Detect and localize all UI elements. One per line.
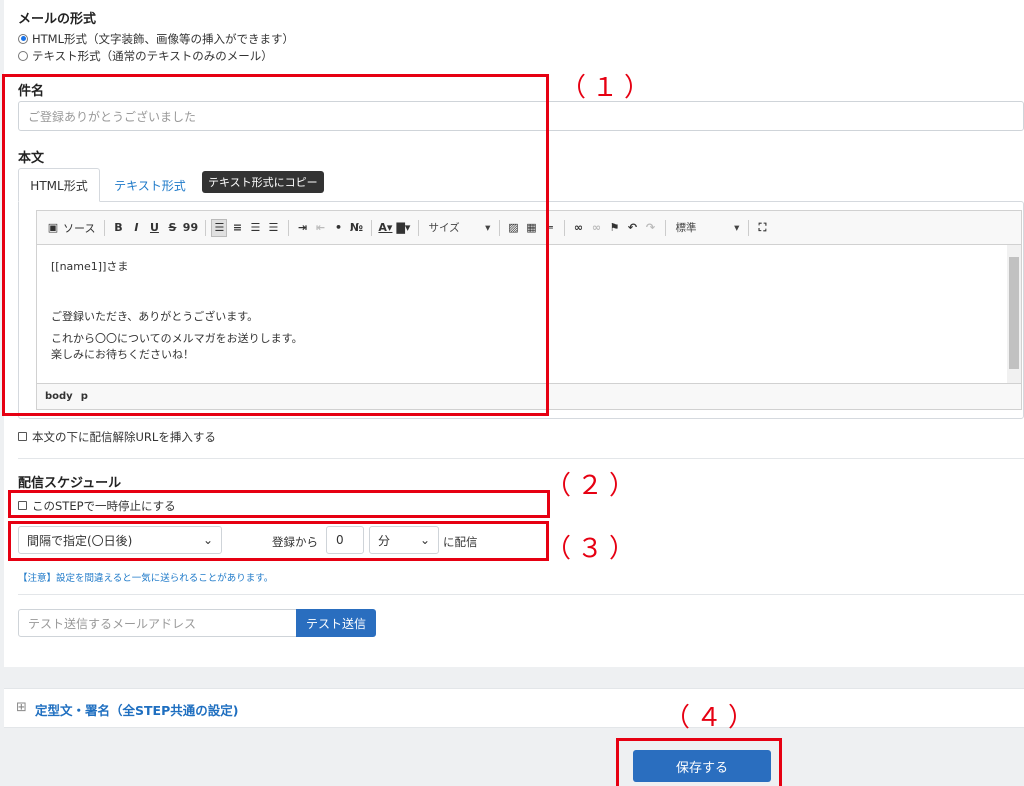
annotation-label-1: （１） [560, 73, 657, 103]
radio-html-format[interactable]: HTML形式（文字装飾、画像等の挿入ができます） [18, 31, 294, 47]
editor-scrollbar[interactable] [1007, 245, 1021, 383]
test-email-input[interactable]: テスト送信するメールアドレス [18, 609, 297, 637]
test-send-button[interactable]: テスト送信 [296, 609, 376, 637]
toolbar-separator [564, 219, 566, 236]
annotation-box-4 [616, 738, 782, 786]
divider [18, 594, 1024, 595]
radio-text-format[interactable]: テキスト形式（通常のテキストのみのメール） [18, 48, 273, 64]
template-section-title[interactable]: 定型文・署名（全STEP共通の設定) [35, 700, 238, 719]
annotation-label-2: （２） [545, 471, 642, 501]
schedule-note: 【注意】設定を間違えると一気に送られることがあります。 [18, 573, 274, 584]
maximize-icon[interactable]: ⛶ [754, 219, 770, 237]
undo-icon[interactable]: ↶ [624, 219, 640, 237]
unsubscribe-label: 本文の下に配信解除URLを挿入する [32, 430, 216, 444]
link-icon[interactable]: ∞ [570, 219, 586, 237]
unsubscribe-checkbox[interactable]: 本文の下に配信解除URLを挿入する [18, 429, 216, 445]
expand-plus-icon[interactable]: ⊞ [16, 700, 27, 715]
annotation-box-3 [8, 521, 549, 561]
toolbar-separator [748, 219, 750, 236]
divider [18, 458, 1024, 459]
chevron-down-icon: ▾ [734, 221, 740, 234]
radio-button-icon[interactable] [18, 50, 28, 61]
radio-html-label: HTML形式（文字装飾、画像等の挿入ができます） [32, 32, 294, 46]
annotation-label-3: （３） [545, 534, 642, 564]
redo-icon[interactable]: ↷ [642, 219, 658, 237]
format-combo[interactable]: 標準 ▾ [671, 219, 743, 237]
annotation-box-1 [2, 74, 549, 416]
toolbar-separator [665, 219, 667, 236]
annotation-label-4: （４） [664, 703, 761, 733]
radio-button-selected-icon[interactable] [18, 33, 28, 44]
format-label: 標準 [675, 222, 697, 234]
radio-text-label: テキスト形式（通常のテキストのみのメール） [32, 49, 273, 63]
mail-format-heading: メールの形式 [18, 12, 97, 27]
anchor-flag-icon[interactable]: ⚑ [606, 219, 622, 237]
scrollbar-thumb[interactable] [1009, 257, 1019, 369]
schedule-heading: 配信スケジュール [18, 476, 122, 491]
template-section[interactable]: ⊞ 定型文・署名（全STEP共通の設定) [4, 688, 1024, 728]
annotation-box-2 [8, 490, 550, 518]
unlink-icon[interactable]: ∞ [588, 219, 604, 237]
checkbox-icon[interactable] [18, 432, 27, 441]
test-email-placeholder: テスト送信するメールアドレス [28, 616, 197, 631]
